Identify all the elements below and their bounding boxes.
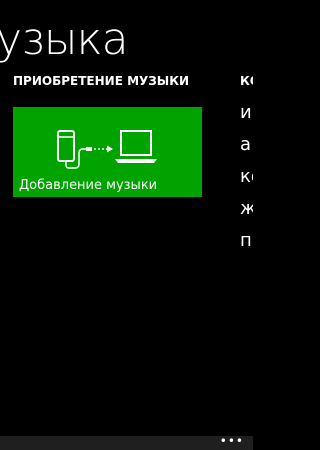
collection-item-albums[interactable]: а [240, 136, 253, 168]
more-options-icon[interactable]: ••• [220, 435, 244, 447]
collection-list: и а ко ж п [240, 104, 253, 264]
collection-item-genres[interactable]: ж [240, 200, 253, 232]
collection-item-songs[interactable]: ко [240, 168, 253, 200]
app-bar: ••• [0, 435, 253, 450]
section-header-collection[interactable]: КО [240, 74, 253, 88]
section-header-get-music: ПРИОБРЕТЕНИЕ МУЗЫКИ [13, 74, 190, 88]
collection-item-artists[interactable]: и [240, 104, 253, 136]
hub-title: узыка [0, 14, 129, 65]
add-music-tile[interactable]: Добавление музыки [13, 107, 202, 197]
music-hub-screen: узыка ПРИОБРЕТЕНИЕ МУЗЫКИ КО Добавление … [0, 0, 253, 450]
collection-item-playlists[interactable]: п [240, 232, 253, 264]
add-music-tile-label: Добавление музыки [19, 178, 158, 193]
